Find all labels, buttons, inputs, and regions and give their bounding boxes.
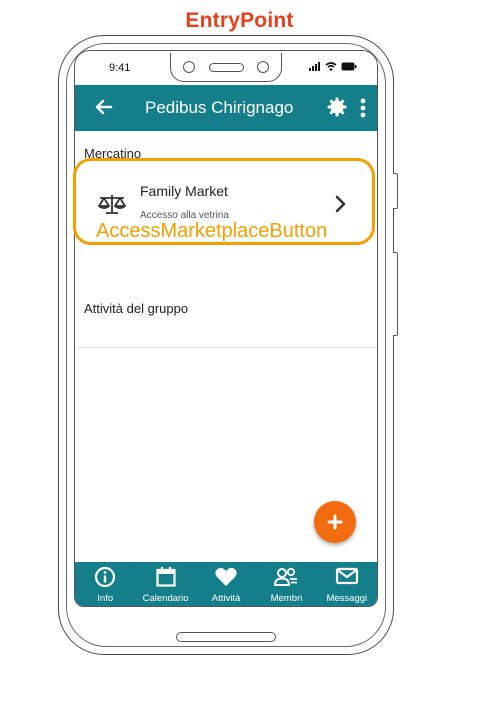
members-icon bbox=[274, 567, 298, 586]
phone-notch bbox=[170, 53, 282, 82]
info-icon bbox=[95, 566, 116, 588]
access-marketplace-label: AccessMarketplaceButton bbox=[96, 220, 328, 242]
wifi-icon bbox=[325, 62, 337, 71]
nav-label-attivita: Attività bbox=[211, 593, 241, 604]
mail-icon bbox=[335, 567, 358, 585]
status-icons bbox=[309, 62, 357, 71]
signal-icon bbox=[309, 62, 320, 71]
gear-icon[interactable] bbox=[327, 97, 347, 117]
speaker-icon bbox=[209, 63, 244, 72]
nav-label-messaggi: Messaggi bbox=[326, 593, 368, 604]
bottom-navigation: Info Calendario Attività Membri Messaggi bbox=[75, 562, 377, 606]
nav-item-membri[interactable]: Membri bbox=[256, 562, 316, 606]
add-fab-button[interactable] bbox=[314, 501, 356, 543]
arrow-left-icon[interactable] bbox=[95, 98, 113, 116]
divider bbox=[75, 347, 377, 348]
calendar-icon bbox=[156, 567, 176, 587]
phone-side-button-bottom bbox=[393, 252, 398, 336]
battery-icon bbox=[341, 62, 357, 71]
nav-label-membri: Membri bbox=[270, 593, 303, 604]
front-sensor-icon bbox=[257, 61, 269, 73]
nav-label-calendario: Calendario bbox=[142, 593, 189, 604]
front-camera-icon bbox=[183, 61, 195, 73]
nav-label-info: Info bbox=[97, 593, 114, 604]
status-time: 9:41 bbox=[109, 62, 131, 74]
nav-item-info[interactable]: Info bbox=[75, 562, 135, 606]
home-indicator bbox=[176, 632, 276, 642]
phone-side-button-top bbox=[393, 173, 398, 209]
heart-icon bbox=[215, 567, 237, 586]
plus-icon bbox=[327, 514, 343, 530]
page-title: Pedibus Chirignago bbox=[145, 98, 294, 117]
nav-item-messaggi[interactable]: Messaggi bbox=[317, 562, 377, 606]
more-vertical-icon[interactable] bbox=[360, 98, 366, 118]
nav-item-attivita[interactable]: Attività bbox=[196, 562, 256, 606]
entry-point-title: EntryPoint bbox=[185, 9, 294, 32]
group-activities-label: Attività del gruppo bbox=[84, 301, 189, 316]
phone-screen: 9:41 Pedibus Chirignago Mercatino Family… bbox=[74, 50, 378, 607]
app-bar: Pedibus Chirignago bbox=[75, 85, 377, 131]
status-bar: 9:41 bbox=[75, 51, 377, 85]
nav-item-calendario[interactable]: Calendario bbox=[135, 562, 195, 606]
